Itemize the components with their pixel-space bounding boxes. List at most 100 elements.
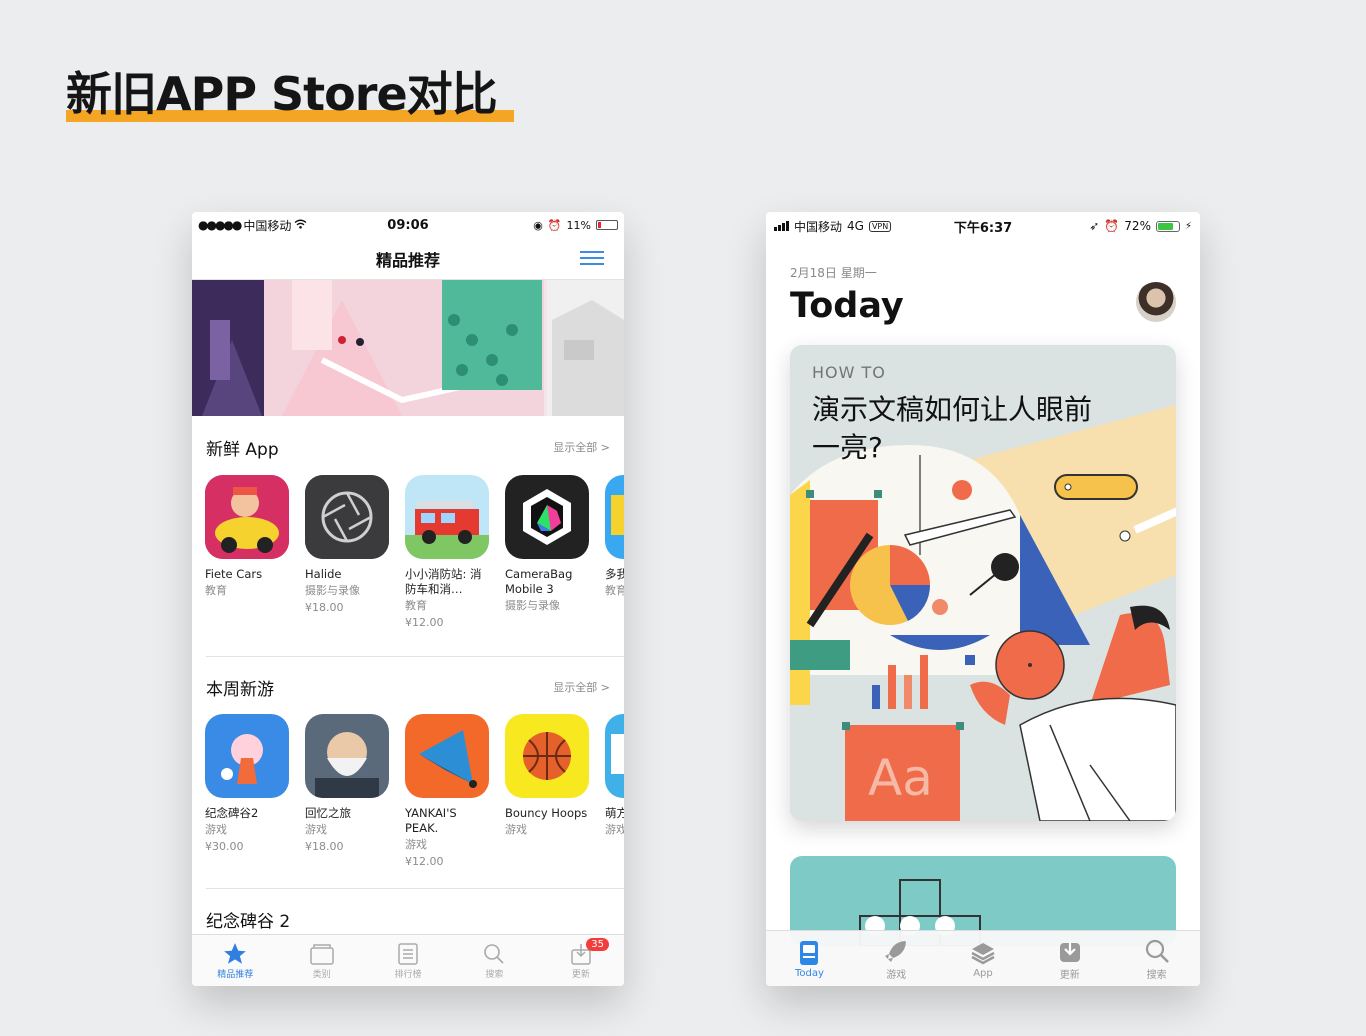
app-row-new-games: 纪念碑谷2 游戏 ¥30.00 回忆之旅 游戏 ¥18.00 YANKAI'S … bbox=[205, 714, 624, 870]
app-category: 游戏 bbox=[605, 823, 624, 836]
battery-icon bbox=[1155, 220, 1180, 232]
tab-updates[interactable]: 更新 35 bbox=[538, 935, 624, 986]
section-title: 本周新游 bbox=[206, 679, 274, 700]
app-name: CameraBag Mobile 3 bbox=[505, 567, 573, 596]
app-category: 游戏 bbox=[505, 823, 527, 836]
status-time: 下午6:37 bbox=[953, 220, 1013, 236]
tab-updates[interactable]: 更新 bbox=[1026, 931, 1113, 986]
app-name: 小小消防站: 消防车和消… bbox=[405, 567, 482, 596]
app-item[interactable]: Halide 摄影与录像 ¥18.00 bbox=[305, 475, 390, 631]
app-name: Bouncy Hoops bbox=[505, 806, 588, 820]
app-row-new-apps: Fiete Cars 教育 Halide 摄影与录像 ¥18.00 小小消防站:… bbox=[205, 475, 624, 631]
new-app-store-screenshot: 中国移动 4G VPN 下午6:37 ➶ ⏰ 72% ⚡ 2月18日 星期一 T… bbox=[766, 212, 1200, 986]
story-card[interactable]: HOW TO 演示文稿如何让人眼前一亮? Aa bbox=[790, 345, 1176, 821]
tab-search[interactable]: 搜索 bbox=[1113, 931, 1200, 986]
tab-today[interactable]: Today bbox=[766, 931, 853, 986]
page-title: 新旧APP Store对比 bbox=[66, 67, 498, 121]
avatar[interactable] bbox=[1136, 282, 1176, 322]
section-header-next: 纪念碑谷 2 bbox=[206, 904, 610, 934]
rocket-icon bbox=[883, 936, 909, 966]
section-header-new-apps: 新鲜 App 显示全部 > bbox=[206, 432, 610, 462]
tab-search[interactable]: 搜索 bbox=[451, 935, 537, 986]
tab-label: App bbox=[973, 968, 993, 979]
app-price: ¥12.00 bbox=[405, 616, 444, 629]
app-name: 纪念碑谷2 bbox=[205, 806, 259, 820]
tab-games[interactable]: 游戏 bbox=[853, 931, 940, 986]
app-name: YANKAI'S PEAK. bbox=[405, 806, 457, 835]
app-item[interactable]: 小小消防站: 消防车和消… 教育 ¥12.00 bbox=[405, 475, 490, 631]
battery-icon bbox=[596, 220, 618, 230]
app-item[interactable]: YANKAI'S PEAK. 游戏 ¥12.00 bbox=[405, 714, 490, 870]
tab-label: 更新 bbox=[1059, 970, 1080, 981]
app-name: 多我 动画 bbox=[605, 567, 624, 581]
app-name: 萌方 bbox=[605, 806, 624, 820]
see-all-link[interactable]: 显示全部 > bbox=[553, 439, 610, 455]
app-item[interactable]: CameraBag Mobile 3 摄影与录像 bbox=[505, 475, 590, 631]
app-category: 游戏 bbox=[405, 838, 427, 851]
carrier-label: 中国移动 bbox=[794, 219, 843, 234]
carrier-label: 中国移动 bbox=[243, 218, 292, 233]
layers-icon bbox=[970, 938, 996, 968]
app-price: ¥18.00 bbox=[305, 840, 344, 853]
category-icon bbox=[309, 941, 335, 967]
tab-label: 搜索 bbox=[485, 970, 504, 980]
camerabag-icon bbox=[505, 475, 589, 559]
page-heading: 新旧APP Store对比 bbox=[66, 64, 514, 124]
car-app-icon bbox=[205, 475, 289, 559]
app-name: 回忆之旅 bbox=[305, 806, 351, 820]
app-category: 摄影与录像 bbox=[305, 584, 360, 597]
app-price: ¥18.00 bbox=[305, 601, 344, 614]
tab-label: 精品推荐 bbox=[217, 970, 254, 980]
app-item[interactable]: 纪念碑谷2 游戏 ¥30.00 bbox=[205, 714, 290, 870]
tab-charts[interactable]: 排行榜 bbox=[365, 935, 451, 986]
tab-label: Today bbox=[794, 968, 824, 979]
tab-label: 类别 bbox=[312, 970, 331, 980]
featured-banner[interactable] bbox=[192, 280, 624, 416]
fire-truck-icon bbox=[405, 475, 489, 559]
app-item[interactable]: 多我 动画 教育 bbox=[605, 475, 624, 631]
tab-label: 游戏 bbox=[886, 970, 907, 981]
see-all-link[interactable]: 显示全部 > bbox=[553, 679, 610, 695]
app-category: 游戏 bbox=[305, 823, 327, 836]
signal-dots-icon: ●●●●● bbox=[198, 218, 242, 232]
list-menu-icon[interactable] bbox=[580, 251, 604, 267]
star-icon bbox=[222, 941, 248, 967]
aperture-icon bbox=[305, 475, 389, 559]
status-bar: 中国移动 4G VPN 下午6:37 ➶ ⏰ 72% ⚡ bbox=[766, 212, 1200, 240]
tab-bar: 精品推荐 类别 排行榜 搜索 更新 35 bbox=[192, 934, 624, 986]
today-icon bbox=[797, 938, 821, 968]
status-time: 09:06 bbox=[387, 217, 429, 233]
monument-valley-icon bbox=[205, 714, 289, 798]
search-icon bbox=[1144, 936, 1170, 966]
app-item[interactable]: 回忆之旅 游戏 ¥18.00 bbox=[305, 714, 390, 870]
section-divider bbox=[206, 656, 624, 657]
kids-app-icon bbox=[605, 475, 624, 559]
card-title: 演示文稿如何让人眼前一亮? bbox=[812, 393, 1093, 464]
app-category: 游戏 bbox=[205, 823, 227, 836]
triangle-game-icon bbox=[405, 714, 489, 798]
app-category: 教育 bbox=[605, 584, 624, 597]
basketball-icon bbox=[505, 714, 589, 798]
tab-label: 搜索 bbox=[1146, 970, 1167, 981]
battery-percent: 11% bbox=[566, 218, 591, 232]
update-badge: 35 bbox=[586, 938, 610, 951]
section-header-new-games: 本周新游 显示全部 > bbox=[206, 672, 610, 702]
nav-bar: 精品推荐 bbox=[192, 238, 624, 280]
app-item[interactable]: Fiete Cars 教育 bbox=[205, 475, 290, 631]
tab-categories[interactable]: 类别 bbox=[278, 935, 364, 986]
search-icon bbox=[482, 941, 506, 967]
old-man-icon bbox=[305, 714, 389, 798]
cute-game-icon bbox=[605, 714, 624, 798]
tab-label: 更新 bbox=[571, 970, 590, 980]
location-icon: ➶ bbox=[1089, 219, 1100, 233]
app-item[interactable]: 萌方 游戏 bbox=[605, 714, 624, 870]
download-icon bbox=[1057, 936, 1083, 966]
tab-featured[interactable]: 精品推荐 bbox=[192, 935, 278, 986]
card-kicker: HOW TO bbox=[812, 363, 886, 382]
app-item[interactable]: Bouncy Hoops 游戏 bbox=[505, 714, 590, 870]
tab-apps[interactable]: App bbox=[940, 931, 1027, 986]
section-title: 新鲜 App bbox=[206, 439, 279, 460]
lock-rotation-icon: ◉ bbox=[533, 218, 543, 232]
app-name: Halide bbox=[305, 567, 342, 581]
nav-title: 精品推荐 bbox=[375, 250, 440, 270]
